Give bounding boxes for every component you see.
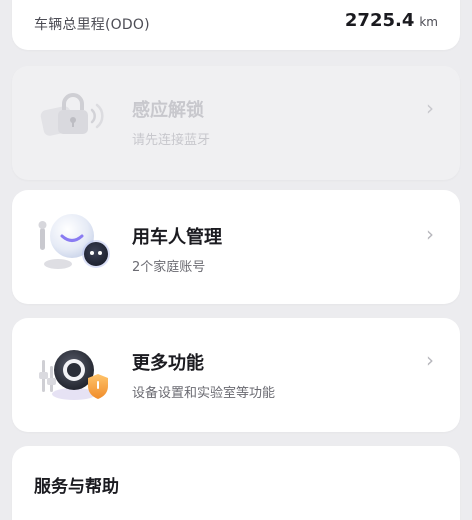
settings-knob-icon [34, 338, 120, 414]
more-features-row[interactable]: 更多功能 设备设置和实验室等功能 › [12, 318, 460, 432]
sensor-unlock-row[interactable]: 感应解锁 请先连接蓝牙 › [12, 66, 460, 180]
vehicle-users-title: 用车人管理 [132, 227, 222, 248]
odometer-value: 2725.4 [344, 10, 415, 31]
chevron-right-icon: › [426, 96, 434, 120]
chevron-right-icon: › [426, 222, 434, 246]
more-features-title: 更多功能 [132, 353, 204, 374]
sensor-unlock-title: 感应解锁 [132, 100, 204, 121]
users-robot-icon [34, 208, 120, 284]
chevron-right-icon: › [426, 348, 434, 372]
sensor-unlock-subtitle: 请先连接蓝牙 [132, 133, 211, 148]
service-help-section[interactable]: 服务与帮助 [12, 446, 460, 520]
service-help-title: 服务与帮助 [34, 477, 119, 497]
vehicle-users-subtitle: 2个家庭账号 [132, 260, 206, 275]
more-features-subtitle: 设备设置和实验室等功能 [132, 386, 276, 401]
lock-bluetooth-icon [34, 90, 114, 154]
odometer-label: 车辆总里程(ODO) [34, 17, 150, 33]
odometer-unit: km [419, 15, 438, 29]
odometer-reading: 2725.4 km [345, 10, 438, 31]
odometer-card: 车辆总里程(ODO) 2725.4 km [12, 0, 460, 50]
settings-page: 车辆总里程(ODO) 2725.4 km 感应解锁 请先连接蓝牙 › 用车人管理… [0, 0, 472, 520]
vehicle-users-row[interactable]: 用车人管理 2个家庭账号 › [12, 190, 460, 304]
